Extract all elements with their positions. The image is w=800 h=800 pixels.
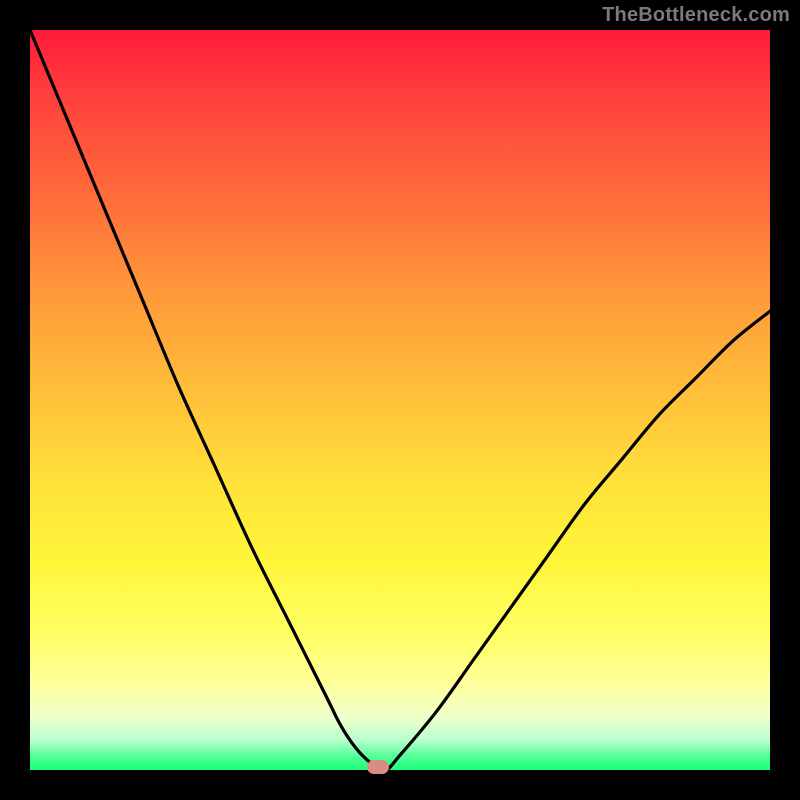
curve-svg [30, 30, 770, 770]
watermark-text: TheBottleneck.com [602, 4, 790, 27]
bottleneck-curve-path [30, 30, 770, 770]
plot-area [30, 30, 770, 770]
min-marker [367, 760, 389, 774]
chart-frame: TheBottleneck.com [0, 0, 800, 800]
